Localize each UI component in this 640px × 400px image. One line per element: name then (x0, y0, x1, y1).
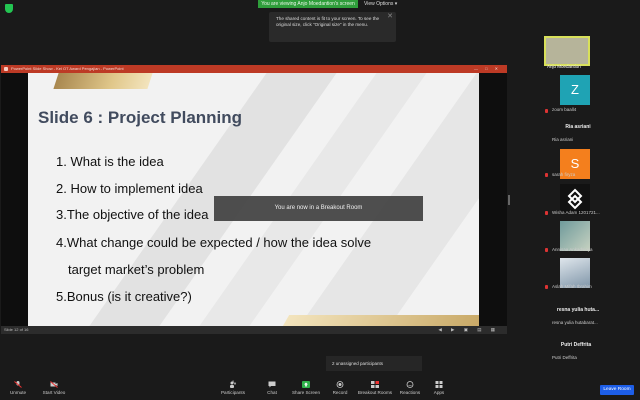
slide-counter: Slide 12 of 16 (4, 327, 29, 332)
participant-name: Annisaa Ankadsioya (552, 247, 593, 252)
panel-resize-handle[interactable] (508, 195, 510, 205)
slide-bullet: 4.What change could be expected / how th… (56, 235, 372, 250)
share-screen-button[interactable]: Share Screen (290, 378, 322, 395)
shared-window-title: PowerPoint Slide Show - Kel OT Award Pen… (11, 66, 124, 71)
participant-video (544, 36, 590, 66)
emoji-icon (406, 381, 414, 388)
muted-mic-icon (545, 109, 548, 113)
powerpoint-icon (4, 67, 8, 71)
participants-label: Participants (220, 390, 245, 395)
muted-mic-icon (545, 248, 548, 252)
participant-avatar: Z (560, 75, 590, 105)
shared-window-titlebar: PowerPoint Slide Show - Kel OT Award Pen… (1, 65, 507, 73)
unmute-button[interactable]: Unmute (6, 378, 30, 395)
breakout-rooms-label: Breakout Rooms (357, 390, 393, 395)
start-video-button[interactable]: Start Video (38, 378, 70, 395)
fit-screen-tooltip: The shared content is fit to your screen… (269, 12, 396, 42)
chat-icon (268, 381, 276, 388)
participant-name-card: resna yulia huta... (556, 307, 600, 313)
meeting-toolbar: Unmute Start Video Participants 9 Chat S… (0, 378, 640, 400)
participant-name: Wisha Adam 1201721... (552, 210, 600, 215)
participant-name: Putri Deffrita (552, 355, 577, 360)
breakout-rooms-icon (371, 381, 379, 388)
shield-icon[interactable] (5, 4, 13, 13)
share-screen-label: Share Screen (291, 390, 321, 395)
apps-button[interactable]: Apps (430, 378, 448, 395)
tooltip-text: The shared content is fit to your screen… (276, 16, 380, 27)
reactions-button[interactable]: Reactions (398, 378, 422, 395)
slide-title: Slide 6 : Project Planning (38, 108, 243, 127)
slide-gold-accent-top (53, 73, 153, 89)
view-options-label: View Options (364, 1, 394, 7)
letterbox-right (479, 73, 507, 326)
participants-count: 9 (232, 379, 235, 384)
participant-name-card: Putri Deffrita (560, 342, 592, 348)
slide-bullet-continuation: target market’s problem (68, 262, 205, 277)
participant-name: sarah firyza (552, 172, 576, 177)
apps-label: Apps (433, 390, 445, 395)
slide-bullet: 2. How to implement idea (56, 181, 203, 196)
muted-mic-icon (545, 173, 548, 177)
start-video-label: Start Video (42, 390, 66, 395)
slide-bullet: 5.Bonus (is it creative?) (56, 289, 192, 304)
record-label: Record (332, 390, 348, 395)
breakout-rooms-button[interactable]: Breakout Rooms (356, 378, 394, 395)
apps-icon (435, 381, 443, 388)
window-controls: — □ ✕ (474, 66, 501, 71)
slideshow-nav-controls[interactable]: ◀ ▶ ▣ ▤ ▦ (438, 326, 499, 334)
share-screen-icon (302, 381, 310, 388)
view-options-menu[interactable]: View Options ▾ (364, 0, 397, 8)
participant-name: Ria asriani (552, 137, 574, 142)
chevron-down-icon: ▾ (394, 1, 398, 7)
muted-mic-icon (545, 285, 548, 289)
unmute-label: Unmute (9, 390, 27, 395)
video-off-icon (50, 381, 58, 388)
record-icon (336, 381, 344, 388)
participant-name: Aslah Mifah Ibrahim (552, 284, 592, 289)
participant-name: resna yulia hutabarat... (552, 320, 598, 325)
participant-name: zoom baall4 (552, 107, 577, 112)
chat-label: Chat (267, 390, 277, 395)
record-button[interactable]: Record (330, 378, 350, 395)
close-icon[interactable]: ✕ (387, 13, 393, 20)
slide-bullet: 3.The objective of the idea (56, 207, 209, 222)
chat-button[interactable]: Chat (262, 378, 282, 395)
muted-mic-icon (14, 381, 22, 388)
zoom-meeting-window: You are viewing Anjo Moedantion's screen… (0, 0, 640, 400)
slide-gold-accent-bottom (282, 315, 479, 326)
leave-room-button[interactable]: Leave Room (600, 385, 634, 395)
reactions-label: Reactions (399, 390, 421, 395)
slide-bullet: 1. What is the idea (56, 154, 164, 169)
breakout-room-notice: You are now in a Breakout Room (214, 196, 423, 221)
slideshow-statusbar: Slide 12 of 16 ◀ ▶ ▣ ▤ ▦ (1, 326, 507, 334)
muted-mic-icon (545, 211, 548, 215)
letterbox-left (1, 73, 28, 326)
participant-name: Anjo Moedantion (547, 64, 581, 69)
participant-name-card: Ria asriani (565, 124, 591, 130)
viewing-screen-banner: You are viewing Anjo Moedantion's screen (258, 0, 358, 8)
unassigned-participants-notice[interactable]: 2 unassigned participants (326, 356, 422, 371)
